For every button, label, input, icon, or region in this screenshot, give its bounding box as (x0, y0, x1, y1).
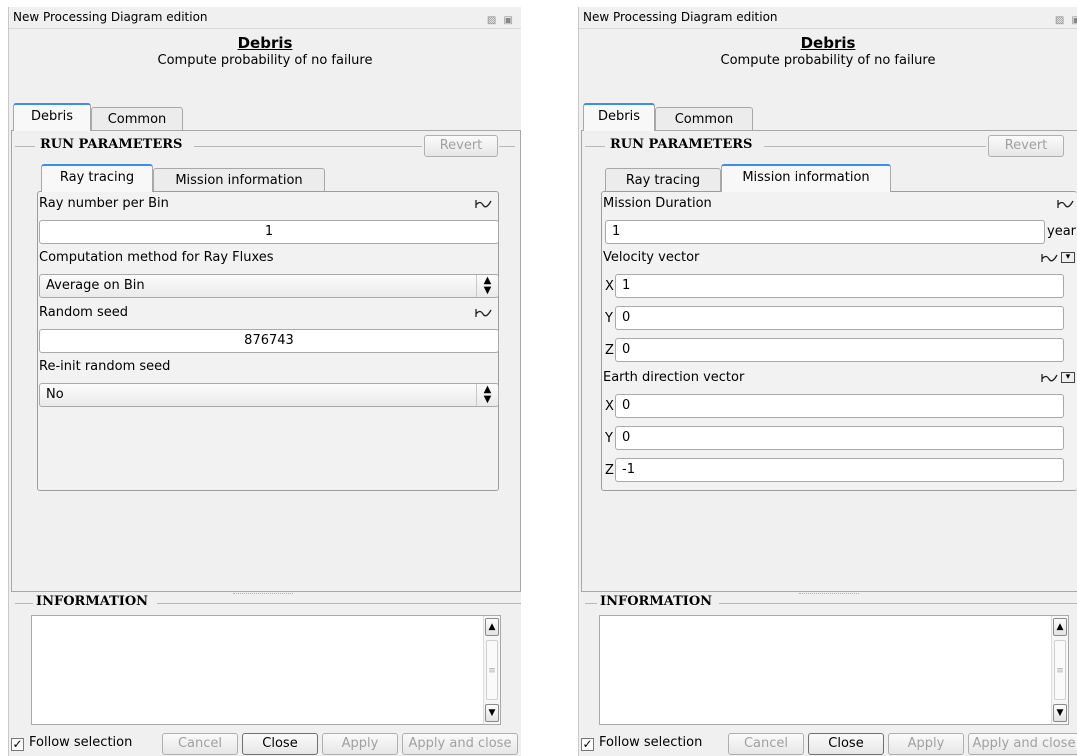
group-divider (194, 146, 422, 147)
apply-and-close-button[interactable]: Apply and close (402, 733, 518, 755)
window-title: New Processing Diagram edition (13, 10, 208, 24)
scrollbar[interactable]: ▲ ≡ ▼ (1051, 616, 1068, 724)
velocity-z-input[interactable]: 0 (615, 338, 1064, 362)
computation-method-label: Computation method for Ray Fluxes (39, 250, 274, 265)
curve-icon[interactable] (1041, 252, 1059, 264)
scroll-down-icon[interactable]: ▼ (485, 704, 499, 722)
page-subtitle: Compute probability of no failure (720, 53, 936, 68)
scroll-thumb[interactable]: ≡ (1054, 640, 1066, 700)
vector-picker-icon[interactable]: ▾ (1061, 252, 1075, 263)
window-titlebar: New Processing Diagram edition ▨ ▣ (579, 7, 1077, 29)
reinit-seed-select[interactable]: No ▲ ▼ (39, 383, 499, 407)
random-seed-input[interactable]: 876743 (39, 329, 499, 353)
computation-method-select[interactable]: Average on Bin ▲ ▼ (39, 274, 499, 298)
velocity-z-label: Z (605, 343, 614, 358)
earth-direction-label: Earth direction vector (603, 370, 745, 385)
page-subtitle: Compute probability of no failure (157, 53, 373, 68)
earth-y-label: Y (605, 431, 613, 446)
velocity-x-input[interactable]: 1 (615, 274, 1064, 298)
follow-selection-checkbox[interactable]: ✓ (11, 738, 24, 751)
revert-button[interactable]: Revert (424, 135, 498, 157)
apply-button[interactable]: Apply (888, 733, 964, 755)
reinit-seed-label: Re-init random seed (39, 359, 171, 374)
window-titlebar: New Processing Diagram edition ▨ ▣ (9, 7, 521, 29)
velocity-vector-label: Velocity vector (603, 250, 700, 265)
scroll-thumb[interactable]: ≡ (486, 640, 498, 700)
follow-selection-label: Follow selection (29, 735, 133, 750)
window-controls-icon[interactable]: ▨ ▣ (1055, 10, 1077, 31)
splitter-handle[interactable] (233, 593, 293, 596)
tab-debris[interactable]: Debris (583, 103, 655, 131)
duration-unit-label: year (1047, 224, 1077, 239)
tab-debris[interactable]: Debris (13, 103, 91, 131)
mission-duration-input[interactable]: 1 (605, 220, 1045, 244)
ray-number-input[interactable]: 1 (39, 220, 499, 244)
group-divider (15, 146, 35, 147)
scroll-down-icon[interactable]: ▼ (1053, 704, 1067, 722)
velocity-y-label: Y (605, 311, 613, 326)
group-divider (157, 603, 521, 604)
group-divider (719, 603, 1077, 604)
scroll-up-icon[interactable]: ▲ (485, 618, 499, 636)
scrollbar[interactable]: ▲ ≡ ▼ (483, 616, 500, 724)
curve-icon[interactable] (475, 198, 493, 210)
earth-x-label: X (605, 399, 614, 414)
follow-selection-checkbox[interactable]: ✓ (581, 738, 594, 751)
information-title: INFORMATION (597, 594, 716, 609)
window-title: New Processing Diagram edition (583, 10, 778, 24)
earth-z-input[interactable]: -1 (615, 458, 1064, 482)
tab-mission-information[interactable]: Mission information (721, 164, 891, 192)
information-textarea[interactable]: ▲ ≡ ▼ (31, 615, 501, 725)
page-title: Debris (237, 34, 293, 52)
curve-icon[interactable] (1041, 372, 1059, 384)
mission-duration-label: Mission Duration (603, 196, 712, 211)
curve-icon[interactable] (475, 307, 493, 319)
updown-arrows-icon: ▲ ▼ (476, 275, 498, 297)
group-divider (499, 146, 515, 147)
follow-selection-label: Follow selection (599, 735, 703, 750)
scroll-up-icon[interactable]: ▲ (1053, 618, 1067, 636)
computation-method-value: Average on Bin (46, 278, 145, 293)
curve-icon[interactable] (1057, 198, 1075, 210)
earth-z-label: Z (605, 463, 614, 478)
group-divider (15, 603, 35, 604)
page-title: Debris (800, 34, 856, 52)
tab-ray-tracing[interactable]: Ray tracing (41, 164, 153, 192)
window-controls-icon[interactable]: ▨ ▣ (487, 10, 515, 31)
cancel-button[interactable]: Cancel (162, 733, 238, 755)
random-seed-label: Random seed (39, 305, 128, 320)
close-button[interactable]: Close (242, 733, 318, 755)
apply-and-close-button[interactable]: Apply and close (968, 733, 1077, 755)
right-dialog: New Processing Diagram edition ▨ ▣ Debri… (578, 7, 1077, 756)
apply-button[interactable]: Apply (322, 733, 398, 755)
vector-picker-icon[interactable]: ▾ (1061, 372, 1075, 383)
information-textarea[interactable]: ▲ ≡ ▼ (599, 615, 1069, 725)
ray-number-label: Ray number per Bin (39, 196, 169, 211)
velocity-y-input[interactable]: 0 (615, 306, 1064, 330)
left-dialog: New Processing Diagram edition ▨ ▣ Debri… (8, 7, 521, 756)
group-divider (764, 146, 986, 147)
group-divider (585, 146, 605, 147)
earth-x-input[interactable]: 0 (615, 394, 1064, 418)
revert-button[interactable]: Revert (988, 135, 1064, 157)
information-title: INFORMATION (33, 594, 152, 609)
run-parameters-title: RUN PARAMETERS (607, 137, 756, 152)
earth-y-input[interactable]: 0 (615, 426, 1064, 450)
close-button[interactable]: Close (808, 733, 884, 755)
reinit-seed-value: No (46, 387, 64, 402)
velocity-x-label: X (605, 279, 614, 294)
splitter-handle[interactable] (799, 593, 859, 596)
run-parameters-title: RUN PARAMETERS (37, 137, 186, 152)
cancel-button[interactable]: Cancel (728, 733, 804, 755)
updown-arrows-icon: ▲ ▼ (476, 384, 498, 406)
